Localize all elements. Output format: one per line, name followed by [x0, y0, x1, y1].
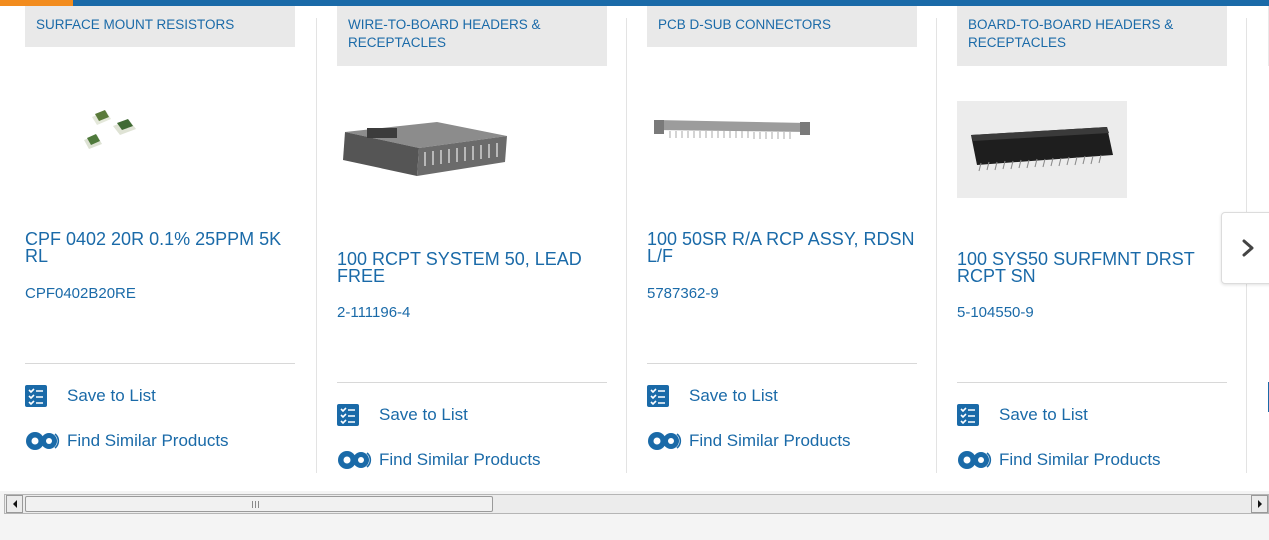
category-label[interactable]: PCB D-SUB CONNECTORS	[647, 6, 917, 47]
dsub-connector-image[interactable]	[652, 114, 812, 144]
save-to-list-label: Save to List	[689, 386, 778, 405]
smd-resistor-image[interactable]	[75, 104, 145, 159]
part-number-link[interactable]: 5-104550-9	[957, 304, 1034, 321]
find-similar-products-button[interactable]: Find Similar Products	[25, 429, 229, 453]
find-similar-products-button[interactable]: Find Similar Products	[957, 448, 1161, 472]
category-label[interactable]: WIRE-TO-BOARD HEADERS & RECEPTACLES	[337, 6, 607, 66]
save-to-list-label: Save to List	[379, 405, 468, 424]
triangle-right-icon	[1257, 500, 1262, 508]
part-number-link[interactable]: CPF0402B20RE	[25, 285, 136, 302]
gears-icon	[958, 451, 992, 469]
part-number-link[interactable]: 2-111196-4	[337, 304, 410, 321]
triangle-left-icon	[12, 500, 17, 508]
find-similar-label: Find Similar Products	[999, 450, 1161, 469]
find-similar-label: Find Similar Products	[379, 450, 541, 469]
horizontal-scrollbar[interactable]	[4, 494, 1269, 514]
save-to-list-button[interactable]: Save to List	[337, 404, 468, 426]
card-divider	[936, 18, 937, 473]
category-label[interactable]: BOARD-TO-BOARD HEADERS & RECEPTACLES	[957, 6, 1227, 66]
product-card: PCB D-SUB CONNECTORS 100 50SR R/A RCP AS…	[647, 6, 917, 486]
card-separator	[337, 382, 607, 383]
save-to-list-label: Save to List	[999, 405, 1088, 424]
scrollbar-thumb[interactable]	[25, 496, 493, 512]
card-divider	[316, 18, 317, 473]
chevron-right-icon	[1242, 239, 1254, 257]
save-to-list-button[interactable]: Save to List	[25, 385, 156, 407]
gears-icon	[26, 432, 60, 450]
product-name-link[interactable]: 100 50SR R/A RCP ASSY, RDSN L/F	[647, 230, 927, 265]
save-to-list-button[interactable]: Save to List	[957, 404, 1088, 426]
scroll-right-button[interactable]	[1251, 495, 1268, 513]
scroll-left-button[interactable]	[6, 495, 23, 513]
checklist-icon	[337, 404, 359, 426]
product-name-link[interactable]: 100 SYS50 SURFMNT DRST RCPT SN	[957, 250, 1237, 285]
product-name-link[interactable]: 100 RCPT SYSTEM 50, LEAD FREE	[337, 250, 617, 285]
product-name-link[interactable]: CPF 0402 20R 0.1% 25PPM 5K RL	[25, 230, 305, 265]
product-card: WIRE-TO-BOARD HEADERS & RECEPTACLES 100 …	[337, 6, 607, 486]
scrollbar-grip	[252, 501, 260, 508]
part-number-link[interactable]: 5787362-9	[647, 285, 719, 302]
gears-icon	[648, 432, 682, 450]
bottom-spacer	[0, 514, 1269, 540]
save-to-list-button[interactable]: Save to List	[647, 385, 778, 407]
save-to-list-label: Save to List	[67, 386, 156, 405]
find-similar-products-button[interactable]: Find Similar Products	[337, 448, 541, 472]
carousel-next-button[interactable]	[1221, 212, 1269, 284]
card-separator	[25, 363, 295, 364]
board-connector-image[interactable]	[957, 101, 1127, 198]
card-separator	[647, 363, 917, 364]
category-label[interactable]: SURFACE MOUNT RESISTORS	[25, 6, 295, 47]
connector-housing-image[interactable]	[337, 114, 507, 180]
checklist-icon	[957, 404, 979, 426]
product-card: SURFACE MOUNT RESISTORS CPF 0402 20R 0.1…	[25, 6, 295, 486]
find-similar-label: Find Similar Products	[689, 431, 851, 450]
card-divider	[626, 18, 627, 473]
product-carousel: SURFACE MOUNT RESISTORS CPF 0402 20R 0.1…	[0, 6, 1269, 491]
checklist-icon	[647, 385, 669, 407]
find-similar-products-button[interactable]: Find Similar Products	[647, 429, 851, 453]
find-similar-label: Find Similar Products	[67, 431, 229, 450]
gears-icon	[338, 451, 372, 469]
checklist-icon	[25, 385, 47, 407]
product-card: BOARD-TO-BOARD HEADERS & RECEPTACLES 100…	[957, 6, 1227, 486]
card-separator	[957, 382, 1227, 383]
